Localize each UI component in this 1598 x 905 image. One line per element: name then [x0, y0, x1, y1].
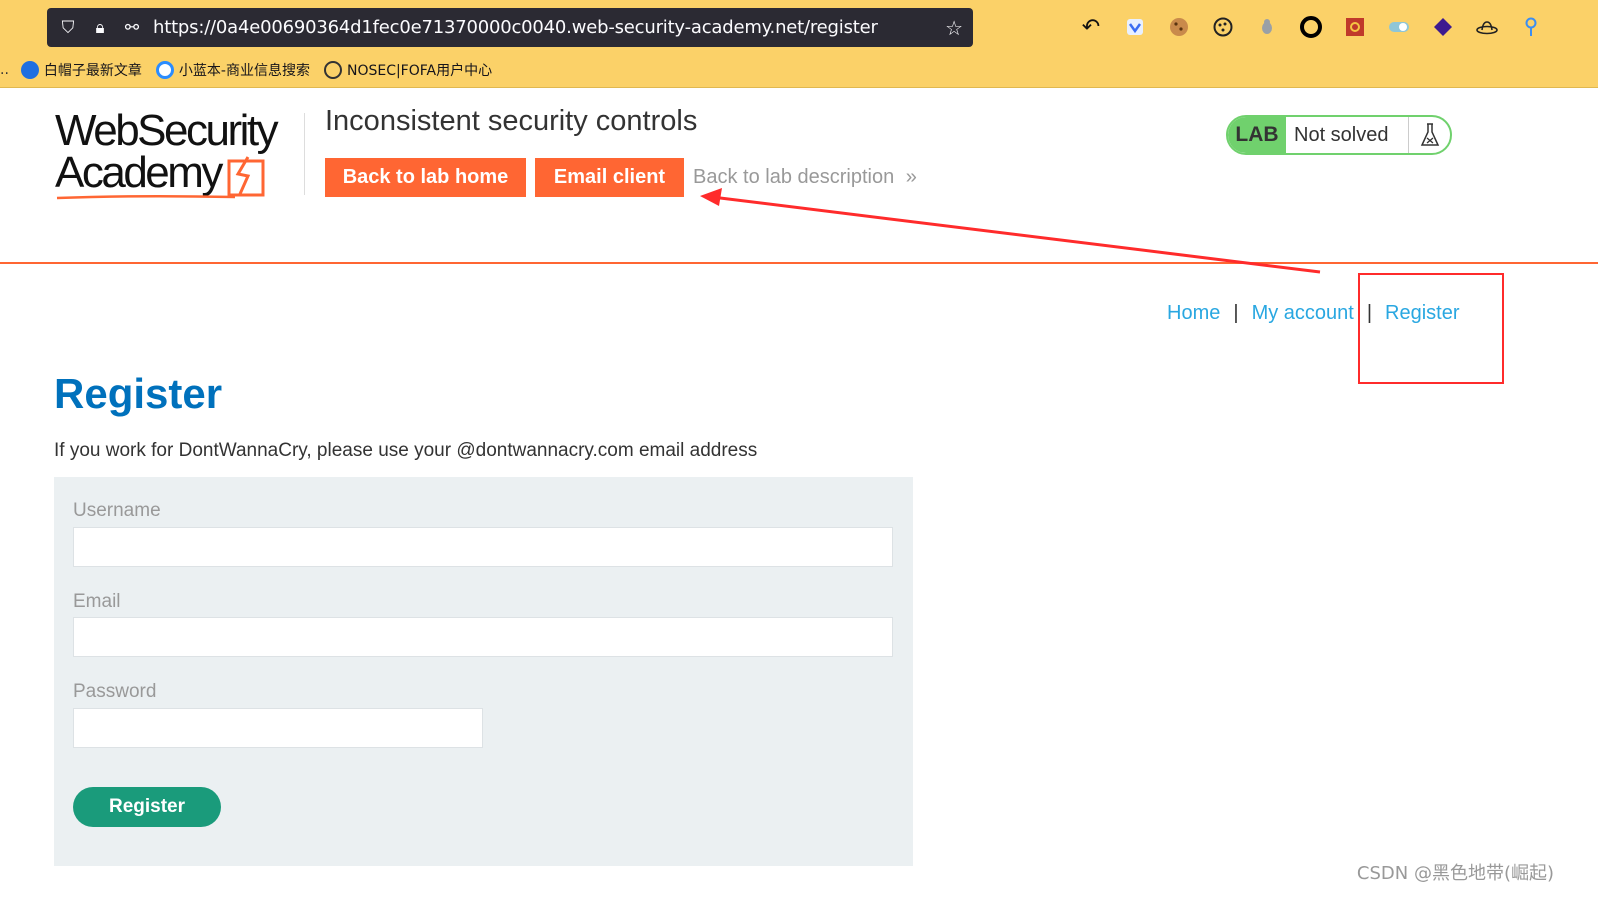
- circle-icon[interactable]: [1300, 16, 1322, 38]
- bookmark-item[interactable]: NOSEC|FOFA用户中心: [323, 60, 493, 80]
- hat-icon[interactable]: [1476, 16, 1498, 38]
- bookmark-favicon-icon: [155, 61, 174, 79]
- bookmark-star-icon[interactable]: ☆: [945, 16, 963, 41]
- back-to-lab-home-button[interactable]: Back to lab home: [325, 158, 526, 197]
- username-input[interactable]: [73, 527, 893, 567]
- password-label: Password: [73, 681, 157, 702]
- email-label: Email: [73, 591, 121, 612]
- back-to-lab-description-link[interactable]: Back to lab description »: [693, 166, 917, 189]
- header-rule: [0, 262, 1598, 264]
- overflow-dots[interactable]: ..: [0, 62, 9, 78]
- bookmark-label: NOSEC|FOFA用户中心: [346, 63, 493, 79]
- globe-icon: [323, 61, 342, 79]
- password-input[interactable]: [73, 708, 483, 748]
- flask-icon: [1408, 117, 1450, 153]
- nav-my-account-link[interactable]: My account: [1252, 302, 1354, 325]
- cookie-icon[interactable]: [1168, 16, 1190, 38]
- logo-line-1: WebSecurity: [55, 106, 279, 155]
- toggle-icon[interactable]: [1388, 16, 1410, 38]
- logo-lightning-icon: [227, 156, 265, 197]
- url-text[interactable]: https://0a4e00690364d1fec0e71370000c0040…: [153, 17, 878, 38]
- bug-icon[interactable]: [1256, 16, 1278, 38]
- cookie-editor-icon[interactable]: [1212, 16, 1234, 38]
- lab-title: Inconsistent security controls: [325, 105, 698, 137]
- wappalyzer-icon[interactable]: [1124, 16, 1146, 38]
- double-chevron-right-icon: »: [905, 166, 917, 188]
- bookmark-label: 小蓝本-商业信息搜索: [178, 63, 310, 79]
- hackbar-icon[interactable]: [1344, 16, 1366, 38]
- lab-status-text: Not solved: [1294, 123, 1389, 146]
- email-domain-notice: If you work for DontWannaCry, please use…: [54, 440, 758, 461]
- shield-icon[interactable]: ⛉: [57, 18, 79, 38]
- logo-line-2: Academy: [55, 148, 223, 197]
- email-input[interactable]: [73, 617, 893, 657]
- username-label: Username: [73, 500, 161, 521]
- lab-status-badge: LAB Not solved: [1226, 115, 1452, 155]
- diamond-icon[interactable]: [1432, 16, 1454, 38]
- nav-separator: |: [1233, 302, 1239, 324]
- lock-icon[interactable]: 🔒︎: [89, 18, 111, 38]
- annotation-highlight-box: [1358, 273, 1504, 384]
- register-submit-button[interactable]: Register: [73, 787, 221, 827]
- address-bar[interactable]: ⛉ 🔒︎ ⚯ https://0a4e00690364d1fec0e713700…: [47, 8, 973, 47]
- pin-icon[interactable]: [1520, 16, 1542, 38]
- permissions-icon[interactable]: ⚯: [121, 18, 143, 38]
- undo-icon[interactable]: ↶: [1080, 14, 1102, 39]
- bookmark-favicon-icon: [20, 61, 39, 79]
- page-title: Register: [54, 370, 223, 417]
- nav-home-link[interactable]: Home: [1167, 302, 1220, 325]
- bookmark-label: 白帽子最新文章: [43, 63, 142, 79]
- bookmark-item[interactable]: 白帽子最新文章: [20, 60, 142, 80]
- web-security-academy-logo[interactable]: WebSecurity Academy: [55, 106, 305, 202]
- extensions-bar: ↶: [1080, 14, 1542, 39]
- email-client-button[interactable]: Email client: [535, 158, 684, 197]
- lab-tag: LAB: [1228, 117, 1286, 153]
- back-to-lab-description-label: Back to lab description: [693, 166, 895, 188]
- browser-toolbar: ⛉ 🔒︎ ⚯ https://0a4e00690364d1fec0e713700…: [0, 0, 1598, 88]
- csdn-watermark: CSDN @黑色地带(崛起): [1356, 863, 1554, 884]
- bookmarks-bar: .. 白帽子最新文章 小蓝本-商业信息搜索 NOSEC|FOFA用户中心: [0, 56, 506, 84]
- header-divider: [304, 113, 305, 195]
- bookmark-item[interactable]: 小蓝本-商业信息搜索: [155, 60, 310, 80]
- logo-underline: [56, 194, 236, 200]
